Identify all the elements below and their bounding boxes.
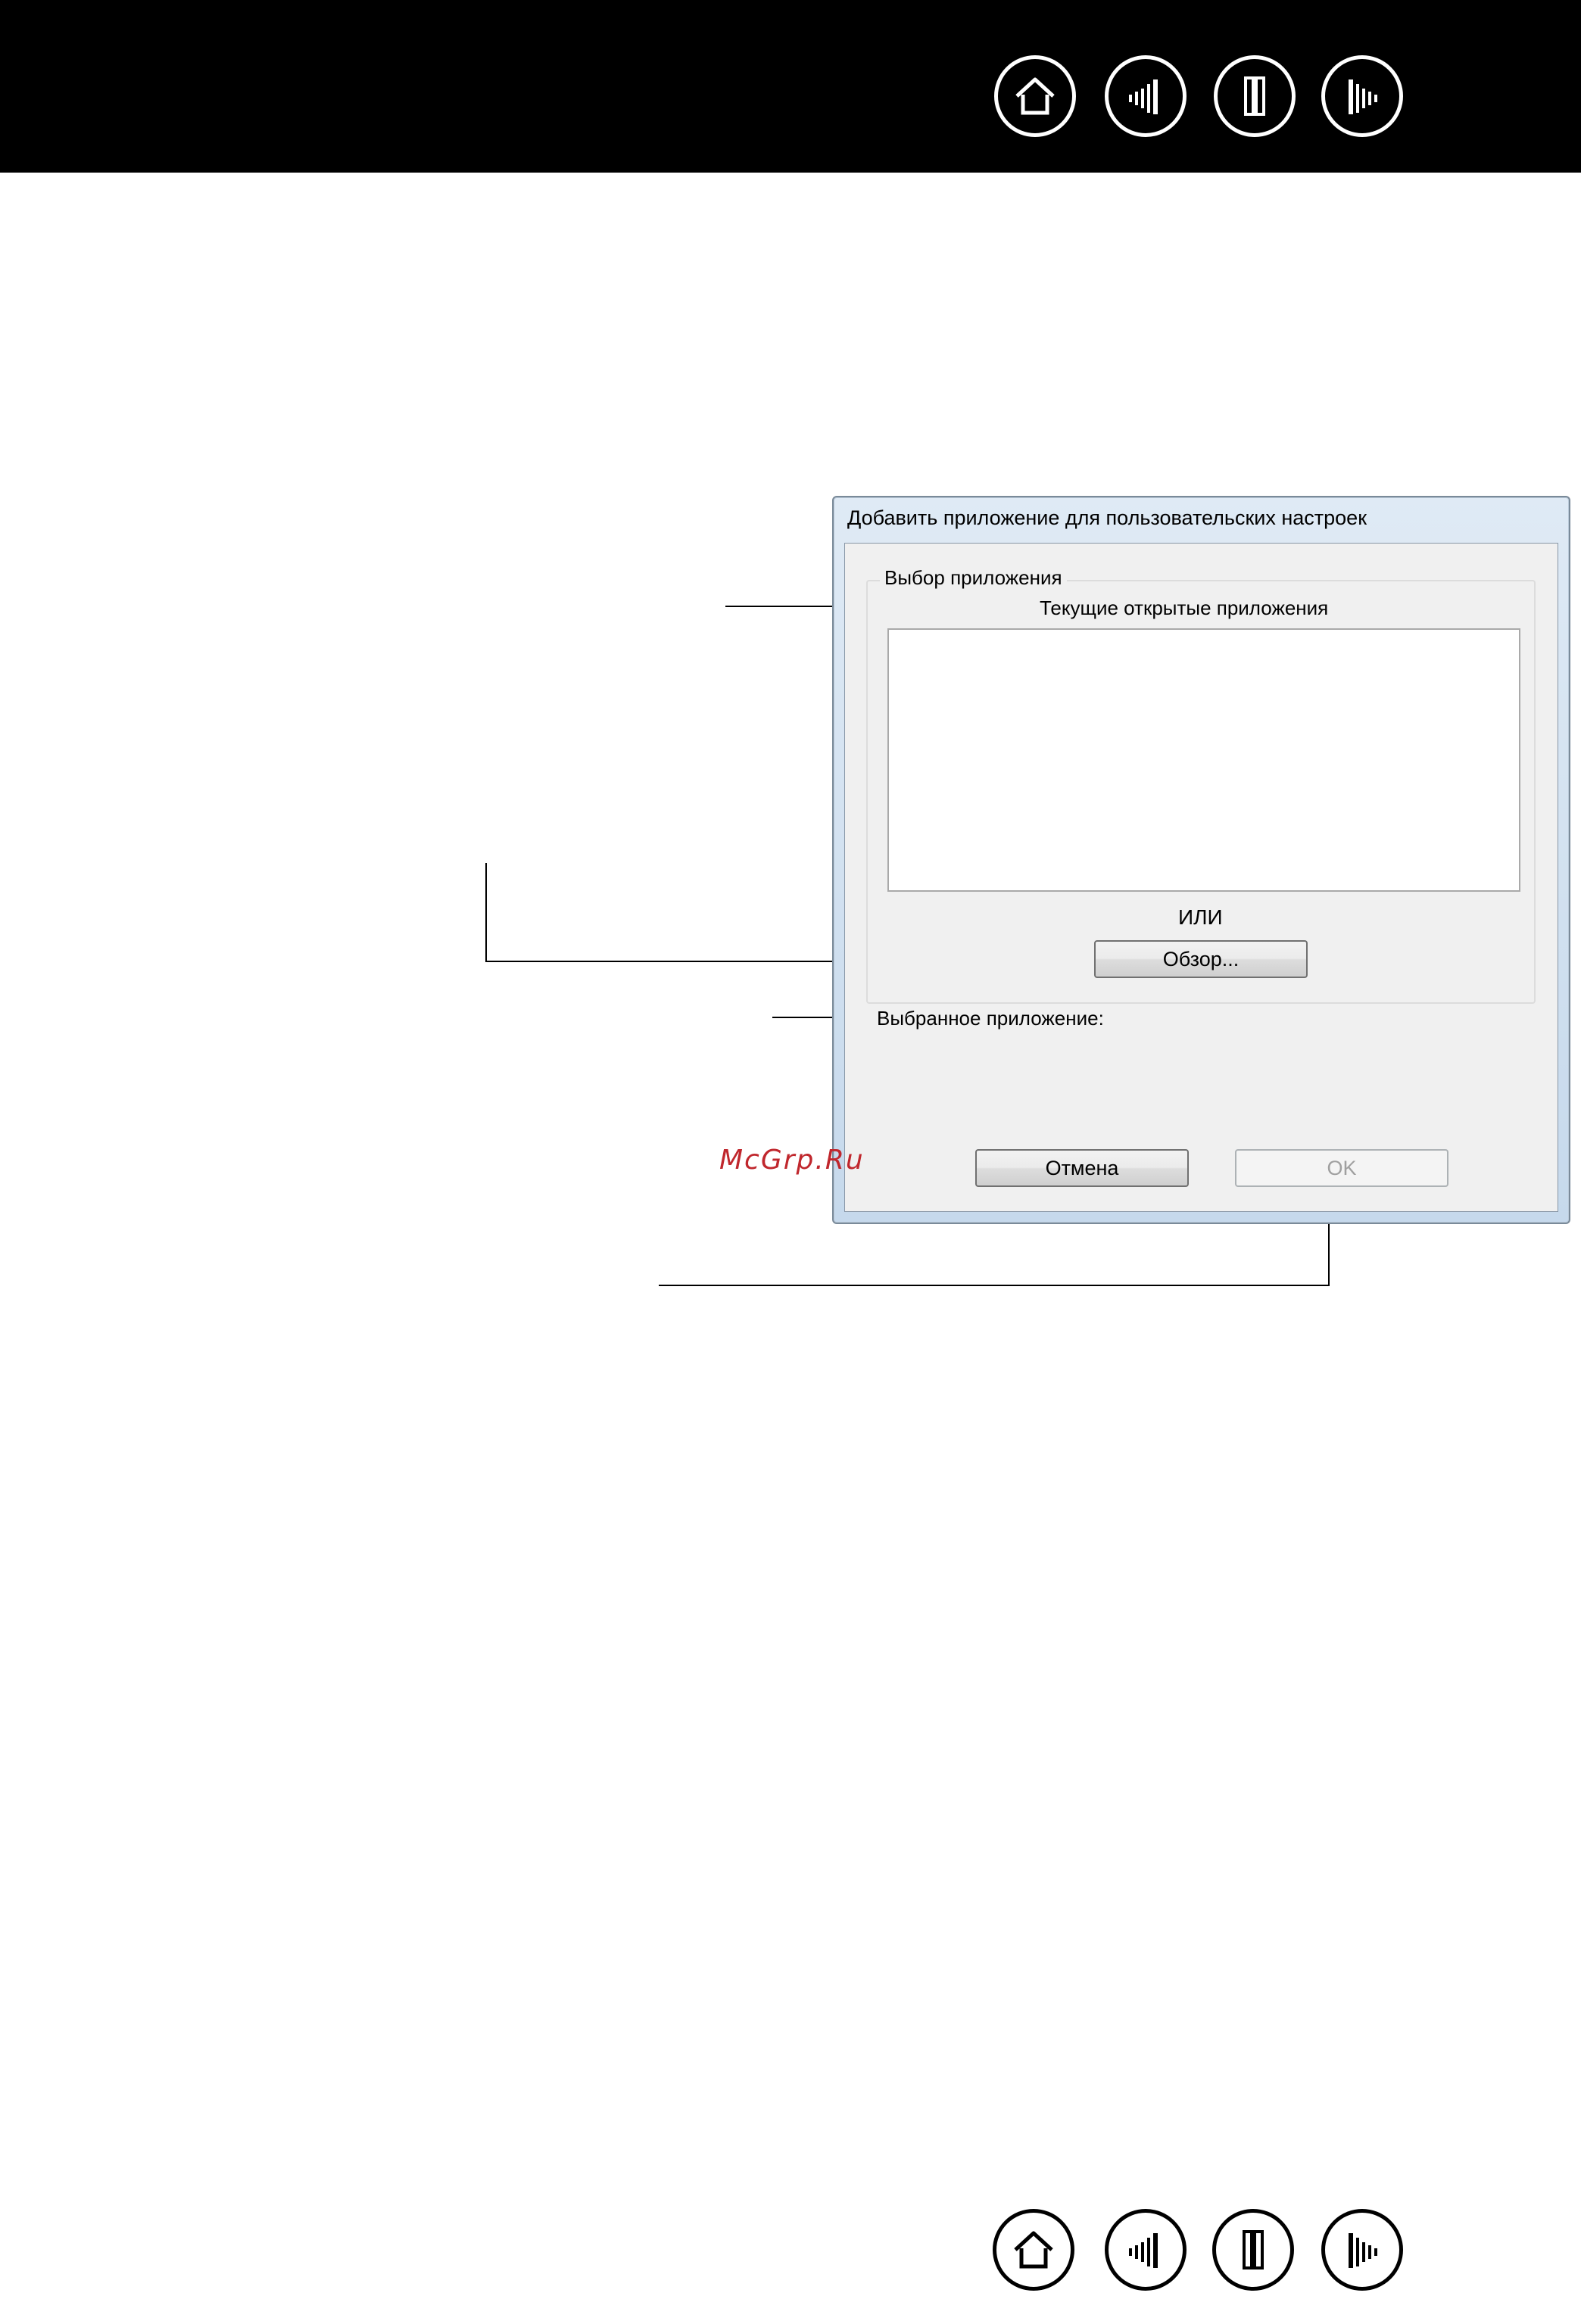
- index-icon: [1349, 2233, 1377, 2268]
- watermark: McGrp.Ru: [719, 1145, 865, 1176]
- footer-home-button[interactable]: [993, 2209, 1074, 2291]
- group-title: Выбор приложения: [880, 566, 1067, 590]
- contents-icon: [1129, 2233, 1158, 2268]
- contents-button[interactable]: [1105, 55, 1187, 137]
- section-button[interactable]: [1214, 55, 1296, 137]
- add-application-dialog: Добавить приложение для пользовательских…: [832, 496, 1570, 1224]
- section-icon: [1244, 76, 1265, 116]
- dialog-title: Добавить приложение для пользовательских…: [847, 506, 1367, 529]
- callout-browse-vertical: [485, 863, 487, 961]
- home-icon: [1014, 2231, 1053, 2269]
- index-button[interactable]: [1321, 55, 1403, 137]
- footer-section-button[interactable]: [1212, 2209, 1294, 2291]
- callout-ok: [659, 1285, 1330, 1286]
- open-apps-list[interactable]: [887, 628, 1520, 892]
- index-icon: [1349, 79, 1377, 114]
- footer-contents-button[interactable]: [1105, 2209, 1187, 2291]
- home-button[interactable]: [994, 55, 1076, 137]
- ok-button[interactable]: OK: [1235, 1149, 1448, 1187]
- home-icon: [1015, 77, 1055, 115]
- dialog-client-area: Выбор приложения Текущие открытые прилож…: [844, 543, 1558, 1212]
- browse-button[interactable]: Обзор...: [1094, 940, 1308, 978]
- selected-app-label: Выбранное приложение:: [877, 1007, 1104, 1030]
- cancel-button[interactable]: Отмена: [975, 1149, 1189, 1187]
- contents-icon: [1129, 79, 1158, 114]
- footer-index-button[interactable]: [1321, 2209, 1403, 2291]
- header-bar: [0, 0, 1581, 173]
- section-icon: [1243, 2230, 1264, 2269]
- or-label: ИЛИ: [1178, 905, 1223, 929]
- open-apps-label: Текущие открытые приложения: [1040, 597, 1329, 619]
